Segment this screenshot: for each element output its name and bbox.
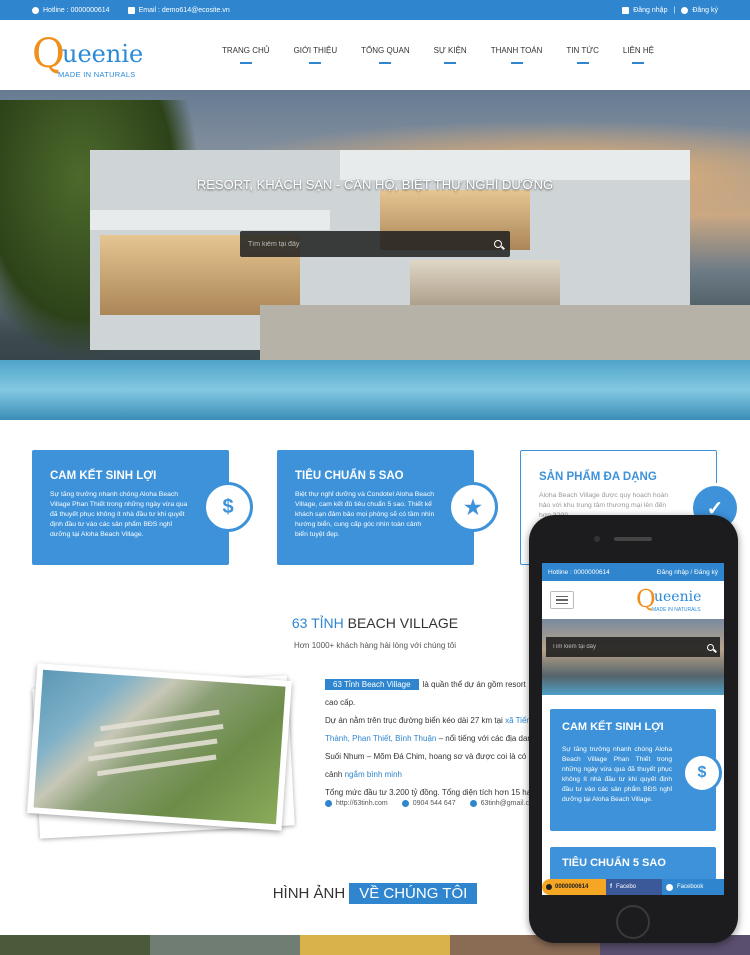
aerial-photo — [27, 663, 292, 831]
login-link[interactable]: Đăng nhập — [622, 6, 667, 14]
phone-icon — [32, 6, 39, 14]
mobile-hotline[interactable]: Hotline : 0000000614 — [548, 569, 610, 576]
nav-home[interactable]: TRANG CHỦ — [210, 46, 282, 68]
search-icon[interactable] — [494, 240, 502, 248]
gallery-image[interactable] — [150, 935, 300, 955]
nav-news[interactable]: TIN TỨC — [554, 46, 610, 68]
mobile-search — [546, 637, 720, 657]
globe-icon — [325, 800, 332, 807]
mobile-facebook-button[interactable]: f Facebo — [606, 879, 662, 895]
mobile-top-bar: Hotline : 0000000614 Đăng nhập / Đăng ký — [542, 563, 724, 581]
mobile-messenger-button[interactable]: Facebook — [662, 879, 724, 895]
mobile-screen: Hotline : 0000000614 Đăng nhập / Đăng ký… — [542, 563, 724, 895]
project-description: 63 Tỉnh Beach Village là quần thể dự án g… — [325, 679, 537, 797]
dollar-icon: $ — [682, 753, 722, 793]
gallery-image[interactable] — [0, 935, 150, 955]
gallery-image[interactable] — [300, 935, 450, 955]
nav-overview[interactable]: TỔNG QUAN — [349, 46, 421, 68]
hero-banner: RESORT, KHÁCH SẠN - CĂN HỘ, BIỆT THỰ NGH… — [0, 90, 750, 420]
nav-events[interactable]: SỰ KIỆN — [422, 46, 479, 68]
phone-icon — [546, 884, 552, 890]
phone-link[interactable]: 0904 544 647 — [401, 800, 456, 807]
hotline[interactable]: Hotline : 0000000614 — [32, 6, 110, 14]
star-icon: ★ — [448, 482, 498, 532]
hero-search — [240, 231, 510, 257]
nav-about[interactable]: GIỚI THIỆU — [282, 46, 350, 68]
menu-icon[interactable] — [550, 591, 574, 609]
envelope-icon — [469, 800, 477, 807]
mobile-hero — [542, 619, 724, 695]
phone-icon — [401, 800, 409, 807]
hero-title: RESORT, KHÁCH SẠN - CĂN HỘ, BIỆT THỰ NGH… — [196, 177, 554, 192]
home-button — [616, 905, 650, 939]
mobile-auth-links[interactable]: Đăng nhập / Đăng ký — [657, 569, 718, 576]
search-input[interactable] — [248, 240, 468, 248]
feature-card-profit[interactable]: CAM KẾT SINH LỢI Sự tăng trưởng nhanh ch… — [32, 450, 253, 565]
nav-contact[interactable]: LIÊN HỆ — [611, 46, 666, 68]
mobile-call-button[interactable]: 0000000614 — [542, 879, 606, 895]
mobile-header: Q ueenie MADE IN NATURALS — [542, 581, 724, 619]
project-contacts: http://63tinh.com 0904 544 647 63tinh@gm… — [325, 800, 540, 807]
header: Q ueenie MADE IN NATURALS TRANG CHỦ GIỚI… — [0, 20, 750, 90]
nav-payment[interactable]: THANH TOÁN — [479, 46, 555, 68]
mobile-search-input[interactable] — [552, 644, 692, 650]
pool-image — [0, 360, 750, 420]
phone-mockup: Hotline : 0000000614 Đăng nhập / Đăng ký… — [529, 515, 738, 943]
mobile-card-profit[interactable]: CAM KẾT SINH LỢI Sự tăng trưởng nhanh ch… — [550, 709, 722, 831]
sunrise-link[interactable]: ngắm bình minh — [345, 770, 402, 779]
lock-icon — [622, 6, 630, 14]
messenger-icon — [666, 883, 673, 891]
main-nav: TRANG CHỦ GIỚI THIỆU TỔNG QUAN SỰ KIỆN T… — [210, 46, 666, 68]
website-link[interactable]: http://63tinh.com — [325, 800, 388, 807]
email[interactable]: Email : demo614@ecosite.vn — [127, 6, 230, 14]
register-link[interactable]: Đăng ký — [681, 6, 718, 14]
mobile-bottom-bar: 0000000614 f Facebo Facebook — [542, 879, 724, 895]
facebook-icon: f — [610, 884, 612, 890]
top-bar: Hotline : 0000000614 Email : demo614@eco… — [0, 0, 750, 20]
search-icon[interactable] — [707, 643, 714, 651]
project-tag: 63 Tỉnh Beach Village — [325, 679, 419, 690]
dollar-icon: $ — [203, 482, 253, 532]
user-plus-icon — [681, 6, 689, 14]
mobile-logo[interactable]: Q ueenie MADE IN NATURALS — [636, 585, 716, 615]
feature-card-5star[interactable]: TIÊU CHUẨN 5 SAO Biệt thự nghỉ dưỡng và … — [277, 450, 498, 565]
envelope-icon — [127, 6, 135, 14]
site-logo[interactable]: Q ueenie MADE IN NATURALS — [32, 30, 162, 80]
